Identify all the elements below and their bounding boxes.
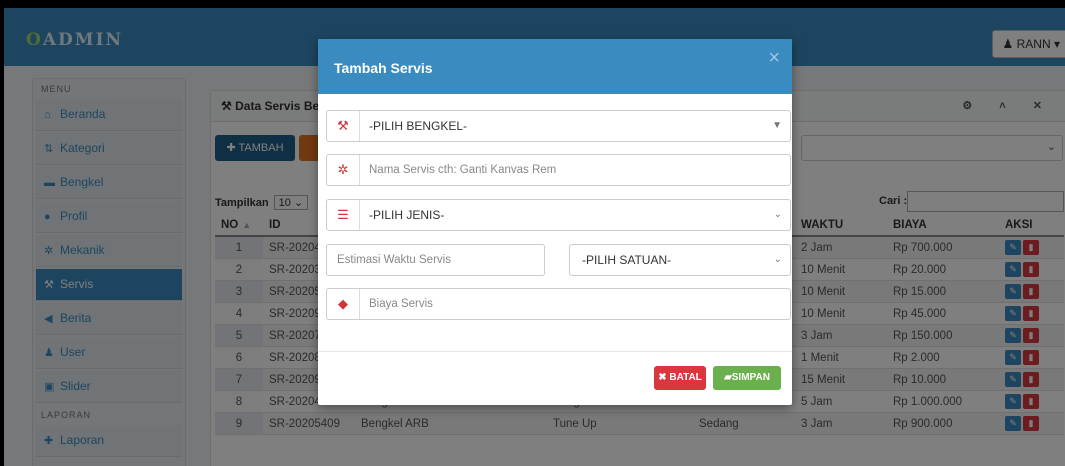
batal-button[interactable]: ✖ BATAL <box>654 366 706 390</box>
bengkel-select-value: -PILIH BENGKEL- <box>369 119 468 133</box>
biaya-placeholder: Biaya Servis <box>369 298 433 310</box>
waktu-input[interactable]: Estimasi Waktu Servis <box>326 244 545 276</box>
satuan-select-value: -PILIH SATUAN- <box>582 253 672 267</box>
chevron-down-icon: ⌄ <box>773 209 782 220</box>
modal-title: Tambah Servis <box>334 60 433 76</box>
jenis-select-value: -PILIH JENIS- <box>369 208 445 222</box>
app-window: OADMIN ♟ RANN ▾ MENU ⌂Beranda ⇅Kategori … <box>4 8 1065 466</box>
modal-header: Tambah Servis × <box>318 39 792 94</box>
list-icon: ☰ <box>327 200 360 230</box>
simpan-button[interactable]: ▰SIMPAN <box>713 366 781 390</box>
tambah-servis-modal: Tambah Servis × ⚒ -PILIH BENGKEL- ▼ ✲ Na… <box>318 39 792 405</box>
gear-icon: ✲ <box>327 155 360 185</box>
chevron-down-icon: ⌄ <box>773 254 782 265</box>
nama-servis-placeholder: Nama Servis cth: Ganti Kanvas Rem <box>369 164 557 176</box>
wrench-icon: ⚒ <box>327 111 360 141</box>
tag-icon: ◆ <box>327 289 360 319</box>
chevron-down-icon: ▼ <box>772 120 782 131</box>
close-icon[interactable]: × <box>768 47 780 70</box>
bengkel-select[interactable]: ⚒ -PILIH BENGKEL- ▼ <box>326 110 791 142</box>
jenis-select[interactable]: ☰ -PILIH JENIS- ⌄ <box>326 199 791 231</box>
close-icon: ✖ <box>658 372 670 383</box>
nama-servis-input[interactable]: ✲ Nama Servis cth: Ganti Kanvas Rem <box>326 154 791 186</box>
folder-icon: ▰ <box>724 372 732 383</box>
modal-footer-divider <box>318 351 792 352</box>
satuan-select[interactable]: -PILIH SATUAN- ⌄ <box>569 244 791 276</box>
waktu-placeholder: Estimasi Waktu Servis <box>337 254 451 266</box>
biaya-input[interactable]: ◆ Biaya Servis <box>326 288 791 320</box>
simpan-label: SIMPAN <box>731 372 770 383</box>
batal-label: BATAL <box>669 372 702 383</box>
